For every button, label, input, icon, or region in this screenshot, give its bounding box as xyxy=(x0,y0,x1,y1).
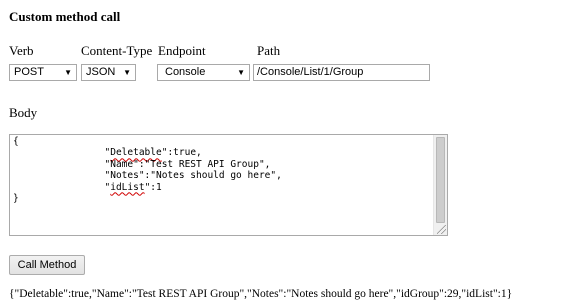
verb-select-value: POST xyxy=(14,66,44,78)
path-label: Path xyxy=(257,43,281,58)
endpoint-select-value: Console xyxy=(165,66,206,78)
content-type-select[interactable]: JSON ▼ xyxy=(81,64,136,81)
response-output: {"Deletable":true,"Name":"Test REST API … xyxy=(9,288,513,300)
verb-select[interactable]: POST ▼ xyxy=(9,64,77,81)
chevron-down-icon: ▼ xyxy=(123,68,131,77)
call-method-button[interactable]: Call Method xyxy=(9,255,85,275)
chevron-down-icon: ▼ xyxy=(237,68,245,77)
verb-label: Verb xyxy=(9,43,34,58)
path-input[interactable]: /Console/List/1/Group xyxy=(253,64,430,81)
body-text: { "Deletable":true, "Name":"Test REST AP… xyxy=(13,136,282,205)
content-type-select-value: JSON xyxy=(86,66,116,78)
vertical-scrollbar[interactable] xyxy=(433,135,447,235)
spellcheck-word: Deletable xyxy=(110,147,162,159)
endpoint-select[interactable]: Console ▼ xyxy=(157,64,250,81)
body-textarea[interactable]: { "Deletable":true, "Name":"Test REST AP… xyxy=(9,134,448,236)
chevron-down-icon: ▼ xyxy=(64,68,72,77)
resize-handle-icon[interactable] xyxy=(437,225,446,234)
section-title: Custom method call xyxy=(9,9,121,24)
spellcheck-word: idList xyxy=(110,181,145,193)
content-type-label: Content-Type xyxy=(81,43,153,58)
scrollbar-thumb[interactable] xyxy=(436,137,445,223)
body-label: Body xyxy=(9,105,38,120)
endpoint-label: Endpoint xyxy=(158,43,206,58)
